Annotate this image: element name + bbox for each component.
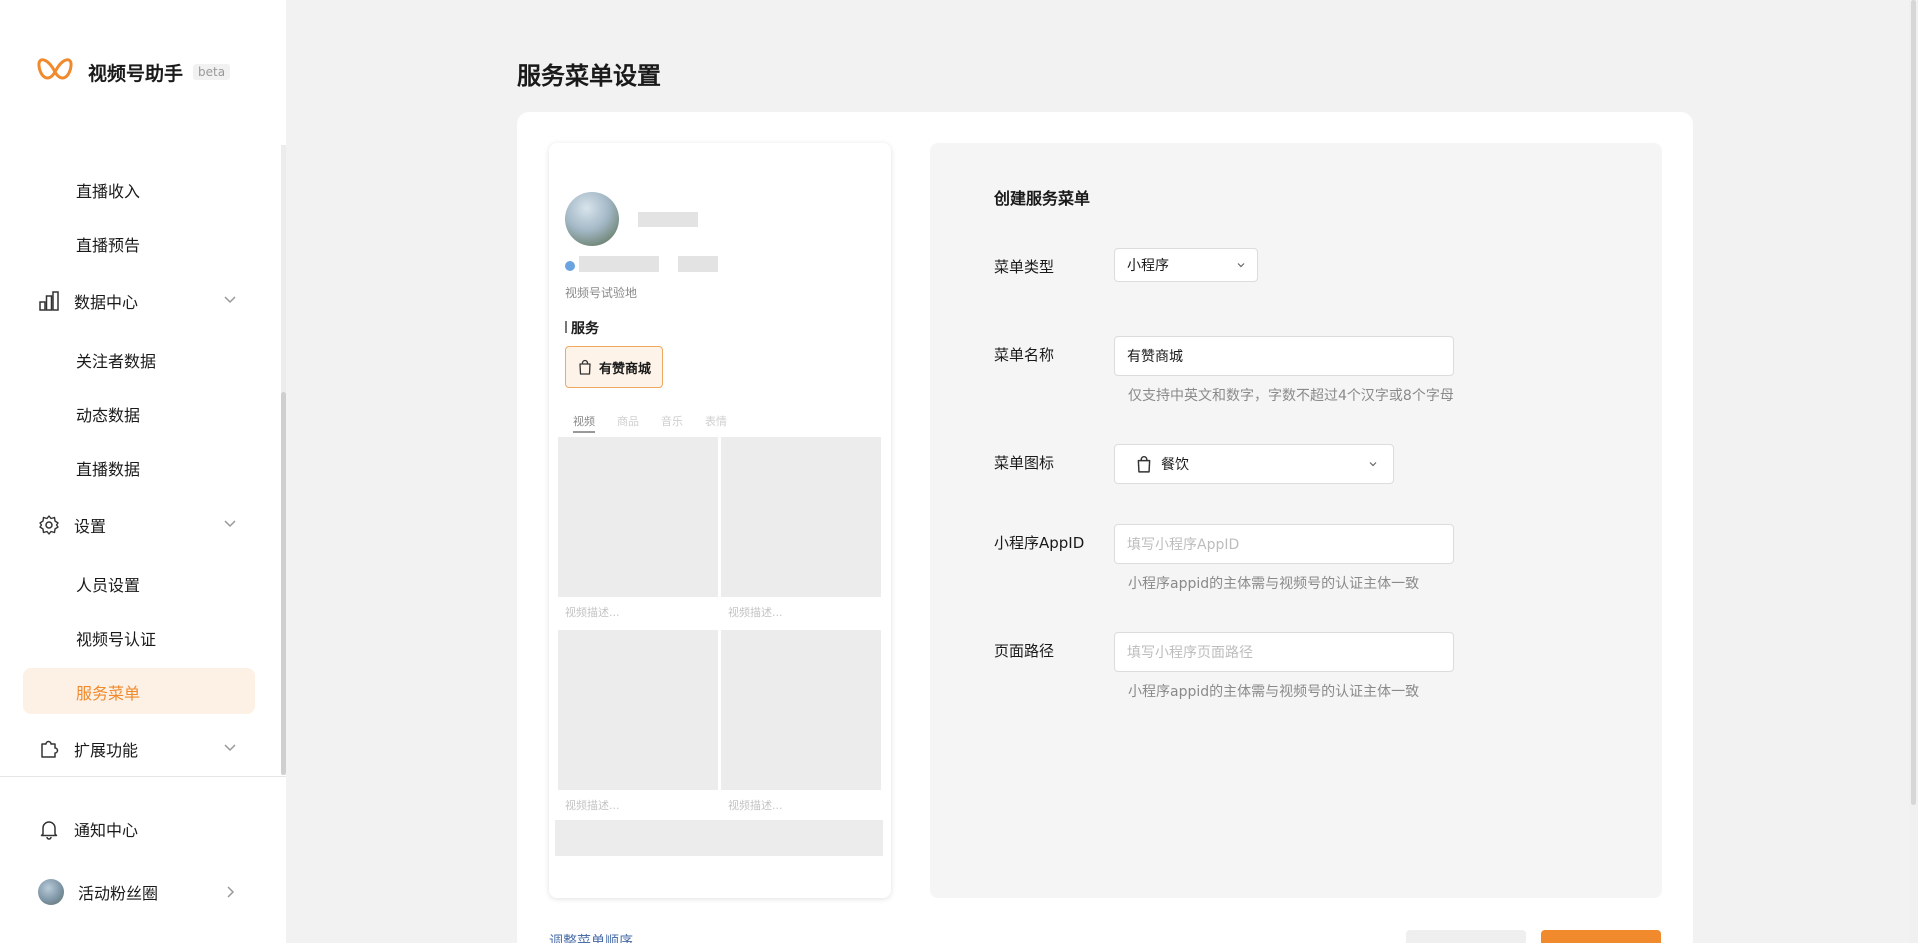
menu-name-label: 菜单名称	[994, 346, 1055, 364]
video-caption: 视频描述...	[565, 799, 620, 812]
phone-preview: 视频号试验地 服务 有赞商城 视频 商品 音乐 表情 视频描述... 视频描述.…	[549, 143, 891, 898]
appid-input[interactable]: 填写小程序AppID	[1114, 524, 1454, 564]
menu-type-value: 小程序	[1127, 258, 1169, 274]
verified-icon	[565, 261, 575, 271]
chevron-down-icon	[1369, 462, 1377, 467]
chevron-right-icon	[227, 886, 235, 898]
reorder-menu-link[interactable]: 调整菜单顺序	[549, 931, 633, 943]
page-path-input[interactable]: 填写小程序页面路径	[1114, 632, 1454, 672]
account-name: 活动粉丝圈	[78, 884, 159, 903]
menu-type-select[interactable]: 小程序	[1114, 248, 1258, 282]
sidebar-item-label: 服务菜单	[76, 684, 141, 703]
preview-subtitle: 视频号试验地	[565, 286, 638, 300]
sidebar-item-live-preview[interactable]: 直播预告	[76, 232, 140, 256]
butterfly-logo-icon	[37, 58, 73, 80]
chevron-down-icon	[224, 744, 236, 752]
preview-section-title: 服务	[571, 321, 599, 337]
beta-badge: beta	[193, 64, 231, 80]
sidebar-group-label: 数据中心	[74, 293, 139, 312]
menu-name-value: 有赞商城	[1127, 349, 1183, 365]
appid-placeholder: 填写小程序AppID	[1127, 537, 1240, 553]
chevron-down-icon	[224, 520, 236, 528]
sidebar-item-live-income[interactable]: 直播收入	[76, 178, 140, 202]
sidebar-item-live-data[interactable]: 直播数据	[76, 456, 140, 480]
form-title: 创建服务菜单	[994, 189, 1091, 208]
menu-type-label: 菜单类型	[994, 258, 1055, 276]
page-path-label: 页面路径	[994, 642, 1055, 660]
preview-tabs: 视频 商品 音乐 表情	[573, 413, 727, 433]
sidebar-divider	[0, 776, 286, 777]
sidebar-item-post-data[interactable]: 动态数据	[76, 402, 140, 426]
page-path-placeholder: 填写小程序页面路径	[1127, 645, 1253, 661]
video-caption: 视频描述...	[728, 799, 783, 812]
preview-menu-button: 有赞商城	[565, 346, 663, 388]
sidebar-item-staff-settings[interactable]: 人员设置	[76, 572, 140, 596]
sidebar-group-data-center[interactable]: 数据中心	[38, 289, 238, 313]
page-scrollbar-thumb[interactable]	[1911, 0, 1916, 805]
video-caption: 视频描述...	[565, 606, 620, 619]
notification-label: 通知中心	[74, 821, 139, 840]
preview-menu-label: 有赞商城	[598, 361, 651, 377]
app-logo[interactable]: 视频号助手 beta	[36, 54, 231, 90]
bell-icon	[38, 818, 60, 840]
sidebar-item-follower-data[interactable]: 关注者数据	[76, 348, 156, 372]
appid-help: 小程序appid的主体需与视频号的认证主体一致	[1128, 576, 1420, 592]
redacted-info	[678, 256, 718, 272]
menu-name-input[interactable]: 有赞商城	[1114, 336, 1454, 376]
page-title: 服务菜单设置	[517, 62, 661, 90]
puzzle-icon	[38, 738, 60, 760]
sidebar-nav[interactable]: 直播收入 直播预告 数据中心 关注者数据 动态数据 直播数据 设置 人员设置 视…	[0, 140, 286, 776]
bar-chart-icon	[38, 290, 60, 312]
preview-tab: 视频	[573, 413, 595, 433]
sidebar-group-settings[interactable]: 设置	[38, 513, 238, 537]
app-name: 视频号助手	[88, 62, 184, 85]
save-button[interactable]	[1541, 930, 1661, 943]
redacted-info	[579, 256, 659, 272]
sidebar-scrollbar-thumb[interactable]	[281, 392, 286, 775]
notification-center[interactable]: 通知中心	[38, 817, 238, 841]
video-thumbnail	[558, 437, 718, 597]
redacted-name	[638, 212, 698, 227]
appid-label: 小程序AppID	[994, 534, 1085, 552]
video-thumbnail	[721, 437, 881, 597]
sidebar-group-label: 设置	[74, 517, 107, 536]
section-marker	[565, 321, 567, 333]
video-thumbnail	[558, 630, 718, 790]
chevron-down-icon	[1237, 263, 1245, 268]
shopping-bag-icon	[1137, 456, 1151, 473]
menu-icon-label: 菜单图标	[994, 454, 1055, 472]
menu-icon-value: 餐饮	[1161, 457, 1189, 473]
video-thumbnail	[721, 630, 881, 790]
preview-avatar	[565, 192, 619, 246]
cancel-button[interactable]	[1406, 930, 1526, 943]
sidebar: 视频号助手 beta 直播收入 直播预告 数据中心 关注者数据 动态数据 直播数…	[0, 0, 286, 943]
sidebar-group-extensions[interactable]: 扩展功能	[38, 737, 238, 761]
video-thumbnail	[555, 820, 883, 856]
sidebar-item-verification[interactable]: 视频号认证	[76, 626, 156, 650]
shopping-bag-icon	[579, 359, 591, 375]
preview-tab: 音乐	[661, 415, 683, 428]
gear-icon	[38, 514, 60, 536]
menu-icon-select[interactable]: 餐饮	[1114, 444, 1394, 484]
video-caption: 视频描述...	[728, 606, 783, 619]
account-switcher[interactable]: 活动粉丝圈	[38, 879, 238, 905]
chevron-down-icon	[224, 296, 236, 304]
preview-tab: 表情	[705, 415, 727, 428]
page-path-help: 小程序appid的主体需与视频号的认证主体一致	[1128, 684, 1420, 700]
menu-name-help: 仅支持中英文和数字，字数不超过4个汉字或8个字母	[1128, 388, 1454, 404]
sidebar-group-label: 扩展功能	[74, 741, 139, 760]
avatar	[38, 879, 64, 905]
preview-tab: 商品	[617, 415, 639, 428]
